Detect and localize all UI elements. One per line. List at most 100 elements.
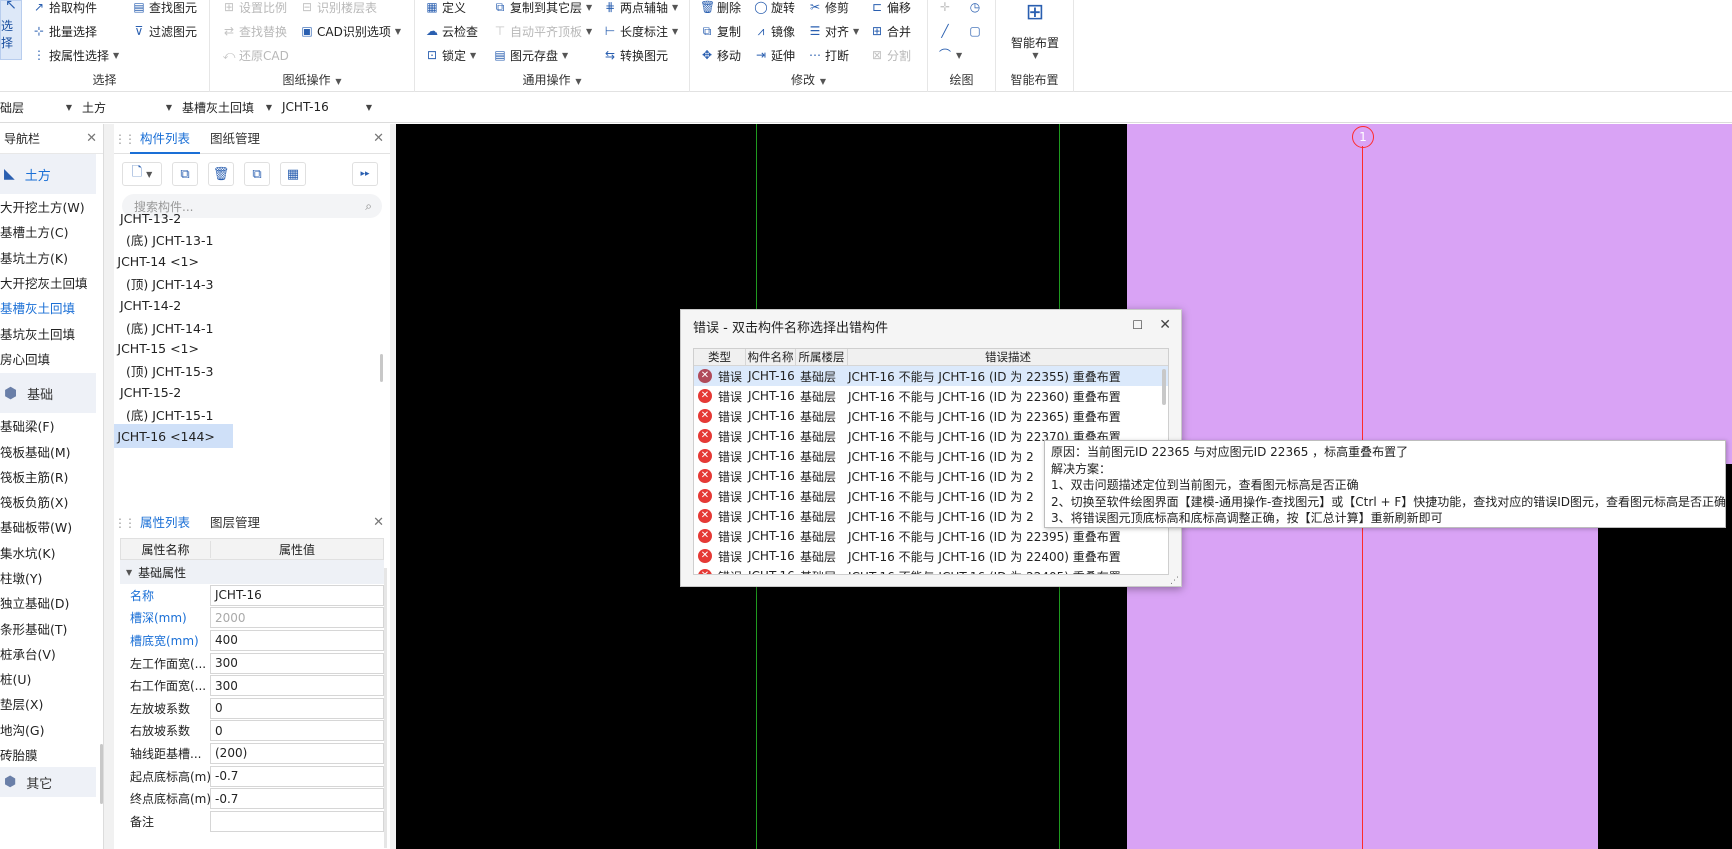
property-value-field[interactable]: 2000: [210, 607, 384, 629]
property-section[interactable]: ▼ 基础属性: [120, 560, 384, 584]
extend-button[interactable]: ⇥ 延伸: [754, 45, 795, 65]
nav-item[interactable]: 基槽土方(C): [0, 219, 103, 244]
select-by-attr-button[interactable]: ⋮ 按属性选择 ▼: [32, 45, 119, 65]
nav-item[interactable]: 桩承台(V): [0, 641, 103, 666]
copy-to-floor-button[interactable]: ⧉ 复制到其它层 ▼: [493, 0, 592, 17]
cad-options-button[interactable]: ▣ CAD识别选项 ▼: [300, 21, 401, 41]
common-ops-label[interactable]: 通用操作 ▼: [415, 71, 689, 88]
property-value-field[interactable]: [210, 810, 384, 832]
filter-element-button[interactable]: ⊽ 过滤图元: [132, 21, 197, 41]
delete-component-button[interactable]: 🗑: [208, 162, 234, 186]
batch-select-button[interactable]: ⊹ 批量选择: [32, 21, 97, 41]
merge-button[interactable]: ⊞ 合并: [870, 21, 911, 41]
tab-drawing-manage[interactable]: 图纸管理: [200, 124, 270, 154]
property-value-field[interactable]: 300: [210, 675, 384, 697]
select-big-button[interactable]: ↖ 选择: [0, 0, 22, 60]
tree-item[interactable]: JCHT-15-2: [120, 380, 181, 404]
auto-align-button[interactable]: ⊤ 自动平齐顶板 ▼: [493, 21, 592, 41]
nav-item[interactable]: 地沟(G): [0, 717, 103, 742]
property-value-field[interactable]: 400: [210, 629, 384, 651]
nav-item[interactable]: 大开挖土方(W): [0, 194, 103, 219]
cloud-check-button[interactable]: ☁ 云检查: [425, 21, 478, 41]
split-button[interactable]: ⊠ 分割: [870, 45, 911, 65]
arc-draw-button[interactable]: ⌒ ▼: [938, 45, 962, 65]
set-scale-button[interactable]: ⊞ 设置比例: [222, 0, 287, 17]
more-tools-button[interactable]: ▸▸: [352, 162, 378, 186]
drag-grip-icon[interactable]: ⋮⋮: [114, 516, 136, 530]
align-button[interactable]: ☰ 对齐 ▼: [808, 21, 860, 41]
floor-dropdown[interactable]: 础层 ▼: [0, 97, 76, 117]
property-value-field[interactable]: 0: [210, 720, 384, 742]
offset-button[interactable]: ⊏ 偏移: [870, 0, 911, 17]
modify-label[interactable]: 修改 ▼: [690, 71, 927, 88]
property-value-field[interactable]: (200): [210, 742, 384, 764]
tree-item[interactable]: (底) JCHT-13-1: [126, 228, 213, 252]
convert-element-button[interactable]: ⇆ 转换图元: [603, 45, 668, 65]
pick-component-button[interactable]: ↗ 拾取构件: [32, 0, 97, 17]
nav-item[interactable]: 房心回填: [0, 346, 103, 371]
maximize-icon[interactable]: ☐: [1132, 318, 1143, 332]
component-settings-button[interactable]: ▦: [280, 162, 306, 186]
drag-grip-icon[interactable]: ⋮⋮: [114, 132, 136, 146]
nav-item[interactable]: 基坑土方(K): [0, 245, 103, 270]
resize-grip-icon[interactable]: ⋰: [1170, 576, 1179, 586]
error-table-scrollbar[interactable]: [1162, 369, 1166, 405]
rect-draw-button[interactable]: ▢: [968, 21, 982, 41]
nav-category-earth[interactable]: ◣ 土方: [0, 154, 96, 194]
duplicate-component-button[interactable]: ⧉: [244, 162, 270, 186]
nav-item[interactable]: 基础板带(W): [0, 514, 103, 539]
new-component-button[interactable]: 🗋 ▼: [122, 162, 162, 186]
mirror-button[interactable]: ⩘ 镜像: [754, 21, 795, 41]
rotate-button[interactable]: ◯ 旋转: [754, 0, 795, 17]
find-element-button[interactable]: ▤ 查找图元: [132, 0, 197, 17]
tab-layer-manage[interactable]: 图层管理: [200, 508, 270, 538]
error-row[interactable]: ✕错误JCHT-16基础层JCHT-16 不能与 JCHT-16 (ID 为 2…: [694, 366, 1168, 386]
tab-property-list[interactable]: 属性列表: [130, 508, 200, 538]
tree-item[interactable]: ▼JCHT-16 <144>: [108, 424, 233, 448]
save-element-button[interactable]: ▤ 图元存盘 ▼: [493, 45, 568, 65]
define-button[interactable]: ▦ 定义: [425, 0, 466, 17]
copy-component-button[interactable]: ⧉: [172, 162, 198, 186]
component-type-dropdown[interactable]: 基槽灰土回填 ▼: [182, 97, 276, 117]
property-value-field[interactable]: 0: [210, 697, 384, 719]
nav-scrollbar[interactable]: [100, 744, 103, 804]
nav-item[interactable]: 桩(U): [0, 666, 103, 691]
nav-item[interactable]: 基础梁(F): [0, 413, 103, 438]
nav-item[interactable]: 条形基础(T): [0, 615, 103, 640]
drawing-ops-label[interactable]: 图纸操作 ▼: [210, 71, 414, 88]
nav-item[interactable]: 独立基础(D): [0, 590, 103, 615]
tree-item[interactable]: (顶) JCHT-15-3: [126, 359, 213, 383]
error-row[interactable]: ✕错误JCHT-16基础层JCHT-16 不能与 JCHT-16 (ID 为 2…: [694, 386, 1168, 406]
axis-marker[interactable]: 1: [1352, 126, 1374, 148]
nav-item[interactable]: 筏板基础(M): [0, 438, 103, 463]
point-draw-button[interactable]: ✛: [938, 0, 952, 17]
smart-layout-button[interactable]: ⊞ 智能布置 ▼: [1000, 0, 1070, 62]
close-icon[interactable]: ✕: [1159, 317, 1171, 333]
restore-cad-button[interactable]: ⤺ 还原CAD: [222, 45, 289, 65]
property-value-field[interactable]: -0.7: [210, 788, 384, 810]
property-scrollbar[interactable]: [384, 568, 387, 848]
lock-button[interactable]: ⊡ 锁定 ▼: [425, 45, 476, 65]
circle-draw-button[interactable]: ◷: [968, 0, 982, 17]
tree-item[interactable]: JCHT-14-2: [120, 293, 181, 317]
nav-category-foundation[interactable]: ⬢ 基础: [0, 373, 96, 414]
nav-item[interactable]: 筏板负筋(X): [0, 489, 103, 514]
nav-item[interactable]: 垫层(X): [0, 691, 103, 716]
nav-item[interactable]: 基槽灰土回填: [0, 295, 103, 320]
property-value-field[interactable]: 300: [210, 652, 384, 674]
nav-item[interactable]: 基坑灰土回填: [0, 320, 103, 345]
property-value-field[interactable]: JCHT-16: [210, 584, 384, 606]
nav-item[interactable]: 集水坑(K): [0, 540, 103, 565]
close-icon[interactable]: ✕: [86, 131, 97, 146]
error-row[interactable]: ✕错误JCHT-16基础层JCHT-16 不能与 JCHT-16 (ID 为 2…: [694, 526, 1168, 546]
error-row[interactable]: ✕错误JCHT-16基础层JCHT-16 不能与 JCHT-16 (ID 为 2…: [694, 406, 1168, 426]
component-dropdown[interactable]: JCHT-16 ▼: [282, 97, 376, 117]
nav-item[interactable]: 筏板主筋(R): [0, 464, 103, 489]
two-point-axis-button[interactable]: ⋕ 两点辅轴 ▼: [603, 0, 678, 17]
copy-button[interactable]: ⧉ 复制: [700, 21, 741, 41]
close-icon[interactable]: ✕: [373, 131, 384, 146]
tree-item[interactable]: (底) JCHT-14-1: [126, 315, 213, 339]
break-button[interactable]: ⋯ 打断: [808, 45, 849, 65]
nav-category-other[interactable]: ⬢ 其它: [0, 767, 96, 798]
length-label-button[interactable]: ⊢ 长度标注 ▼: [603, 21, 678, 41]
